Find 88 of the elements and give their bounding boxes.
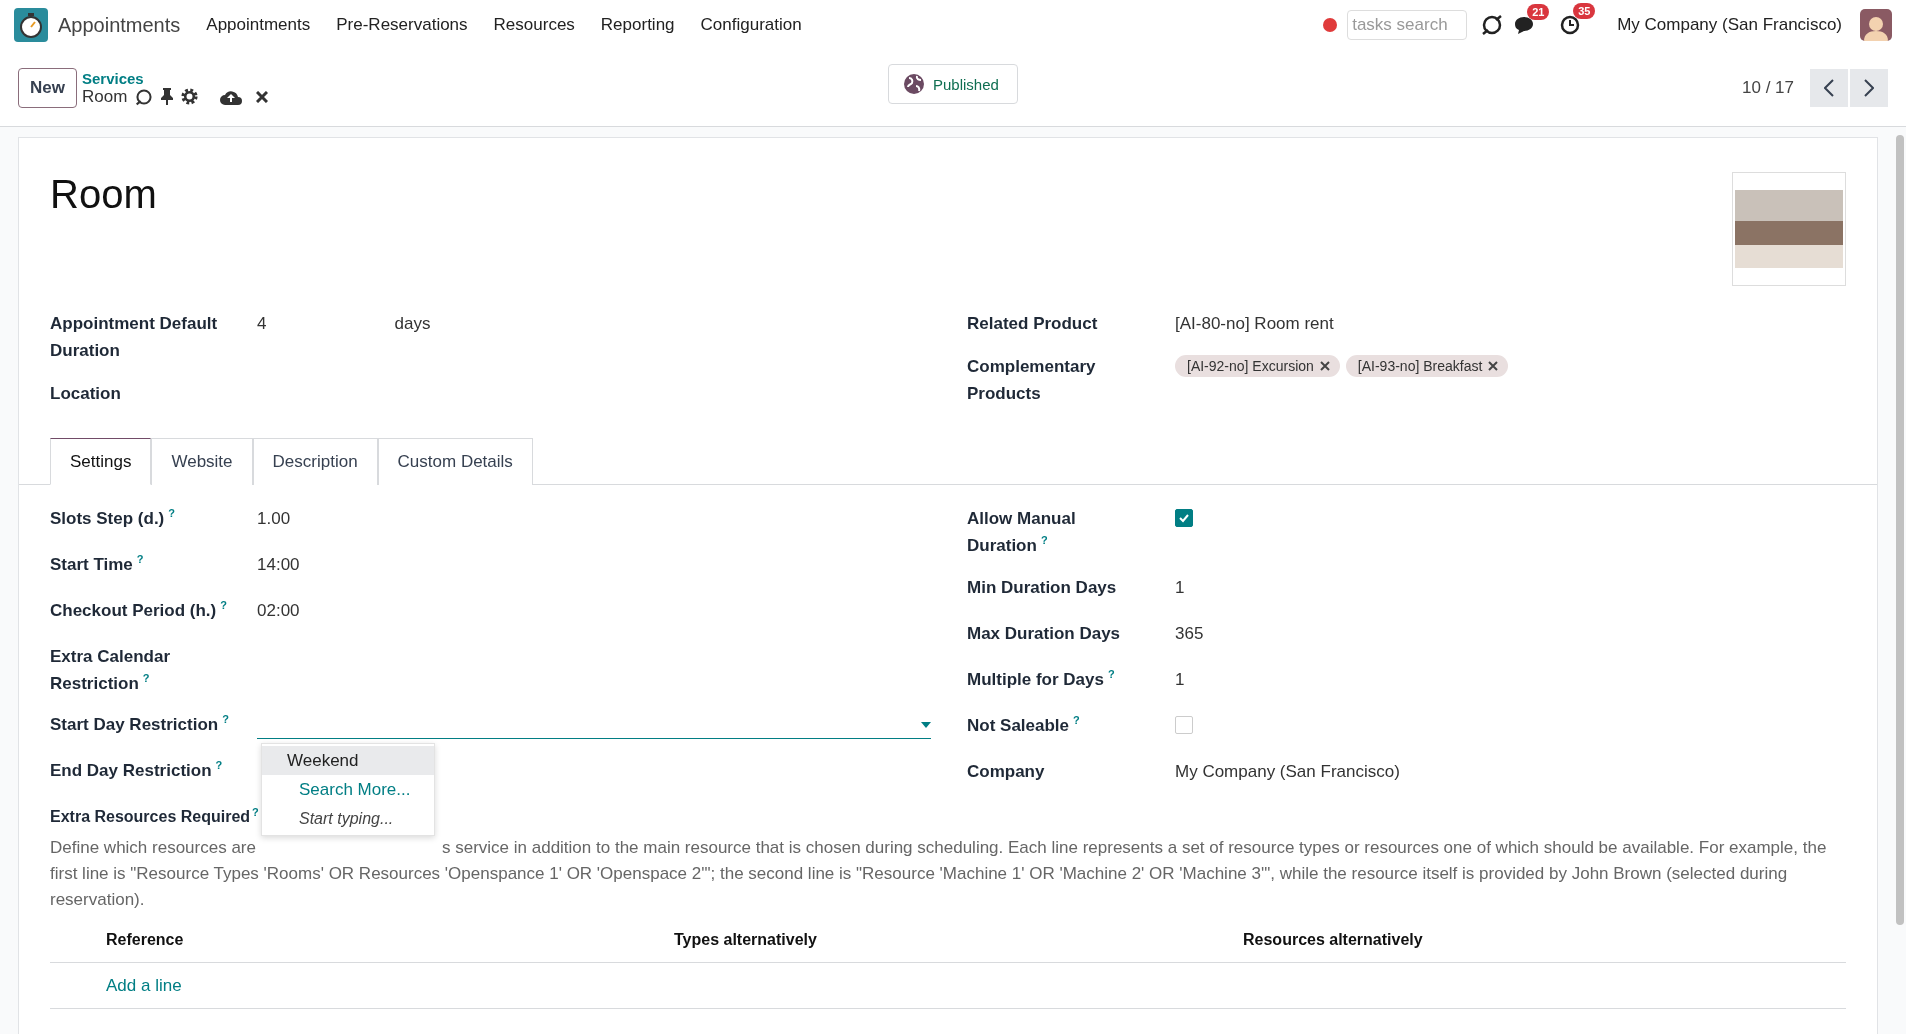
- user-avatar[interactable]: [1860, 9, 1892, 41]
- field-label: Multiple for Days $^{?}$: [967, 667, 1116, 691]
- product-tag[interactable]: [AI-93-no] Breakfast: [1345, 355, 1509, 377]
- help-icon[interactable]: ?: [136, 553, 144, 566]
- help-icon[interactable]: ?: [215, 759, 223, 772]
- discard-icon[interactable]: [256, 90, 269, 103]
- menu-item[interactable]: Appointments: [206, 15, 311, 35]
- company-switcher[interactable]: My Company (San Francisco): [1617, 15, 1842, 35]
- field-label: Min Duration Days: [967, 577, 1118, 599]
- pin-icon[interactable]: [161, 88, 174, 105]
- new-button[interactable]: New: [18, 68, 77, 108]
- field-label: Appointment Default Duration: [50, 313, 219, 362]
- chat-icon[interactable]: [1513, 15, 1536, 35]
- help-icon[interactable]: ?: [1073, 714, 1080, 727]
- field-label: Location: [50, 383, 122, 405]
- field-value[interactable]: My Company (San Francisco): [1175, 758, 1400, 804]
- field-label: Complementary Products: [967, 356, 1097, 405]
- field-value[interactable]: 365: [1175, 620, 1204, 666]
- tab[interactable]: Custom Details: [377, 438, 533, 485]
- help-icon[interactable]: ?: [252, 805, 259, 818]
- remove-icon[interactable]: [1319, 361, 1330, 371]
- record-title: Room: [50, 172, 157, 218]
- field-value[interactable]: 1.00: [257, 505, 291, 551]
- chevron-left-icon: [1824, 79, 1834, 97]
- field-value[interactable]: 1: [1175, 666, 1185, 712]
- hint-text: Start typing...: [298, 809, 395, 829]
- field-value[interactable]: 02:00: [257, 597, 300, 643]
- column-header: Reference: [106, 930, 185, 949]
- app-name[interactable]: Appointments: [58, 13, 181, 37]
- field-label: End Day Restriction $^{?}$: [50, 758, 224, 782]
- field-label: Extra Calendar Restriction $^{?}$: [50, 646, 171, 695]
- add-line-link[interactable]: Add a line: [106, 975, 182, 996]
- column-header: Types alternatively: [674, 930, 818, 949]
- tab[interactable]: Website: [151, 438, 253, 485]
- field-label: Company: [967, 761, 1046, 783]
- dropdown-option[interactable]: Weekend: [262, 746, 434, 775]
- scrollbar[interactable]: [1896, 135, 1904, 925]
- field-label: Extra Resources Required$^{?}$: [50, 808, 259, 826]
- gear-icon[interactable]: [181, 88, 199, 105]
- unit-label: days: [394, 313, 431, 335]
- previous-button[interactable]: [1810, 69, 1848, 107]
- chevron-right-icon: [1864, 79, 1874, 97]
- field-label: Allow Manual Duration $^{?}$: [967, 508, 1077, 557]
- field-label: Checkout Period (h.) $^{?}$: [50, 598, 228, 622]
- clock-icon[interactable]: [1559, 14, 1582, 36]
- tab[interactable]: Description: [252, 438, 378, 485]
- field-value[interactable]: 4: [257, 310, 267, 337]
- checkbox[interactable]: [1175, 509, 1193, 527]
- notification-badge: 35: [1573, 3, 1596, 19]
- help-icon[interactable]: ?: [168, 507, 175, 520]
- stopwatch-logo-icon[interactable]: [14, 8, 48, 42]
- record-icon[interactable]: [1323, 18, 1338, 32]
- field-value[interactable]: 1: [1175, 574, 1185, 620]
- field-label: Not Saleable $^{?}$: [967, 713, 1081, 737]
- pager-value: 10 / 17: [1742, 78, 1794, 98]
- search-field[interactable]: tasks search: [1347, 10, 1468, 40]
- help-icon[interactable]: ?: [1040, 534, 1048, 547]
- field-value[interactable]: [AI-80-no] Room rent: [1175, 310, 1334, 337]
- menu-item[interactable]: Configuration: [700, 15, 802, 35]
- record-name: Room: [81, 86, 128, 107]
- column-header: Resources alternatively: [1243, 930, 1424, 949]
- search-more-link[interactable]: Search More...: [262, 775, 434, 804]
- help-icon[interactable]: ?: [142, 672, 150, 685]
- help-icon[interactable]: ?: [1107, 668, 1115, 681]
- tab[interactable]: Settings: [50, 438, 152, 485]
- breadcrumb-link[interactable]: Services: [81, 69, 269, 87]
- remove-icon[interactable]: [1488, 361, 1499, 371]
- menu-item[interactable]: Pre-Reservations: [336, 15, 468, 35]
- field-label: Start Day Restriction $^{?}$: [50, 712, 230, 736]
- field-label: Related Product: [967, 313, 1099, 335]
- cloud-upload-icon[interactable]: [220, 88, 243, 105]
- notification-badge: 21: [1527, 4, 1550, 20]
- menu-item[interactable]: Resources: [493, 15, 575, 35]
- help-text: Define which resources are s service in addition to the main resource that is chosen during scheduling. Each line represents a set of resource types or resources one of which should be available. For example, the first line is "Resource Types 'Rooms' OR Resources 'Openspance 1' OR 'Openspace 2'"; the second line is "Resource 'Machine 1' OR 'Machine 2' OR 'Machine 3'", while the resource itself is provided by John Brown (selected during reservation).: [50, 837, 1828, 911]
- help-icon[interactable]: ?: [220, 599, 227, 612]
- published-button[interactable]: Published: [888, 64, 1018, 104]
- help-icon[interactable]: ?: [222, 713, 229, 726]
- field-value[interactable]: 14:00: [257, 551, 300, 597]
- field-label: Slots Step (d.) $^{?}$: [50, 506, 176, 530]
- product-tag[interactable]: [AI-92-no] Excursion: [1175, 355, 1340, 377]
- checkmark-icon: [1178, 512, 1190, 524]
- field-label: Start Time $^{?}$: [50, 552, 145, 576]
- photo-placeholder[interactable]: [1732, 172, 1846, 286]
- field-label: Max Duration Days: [967, 623, 1122, 645]
- globe-icon: [903, 73, 925, 95]
- next-button[interactable]: [1850, 69, 1888, 107]
- caret-icon: [921, 721, 931, 728]
- menu-item[interactable]: Reporting: [600, 15, 675, 35]
